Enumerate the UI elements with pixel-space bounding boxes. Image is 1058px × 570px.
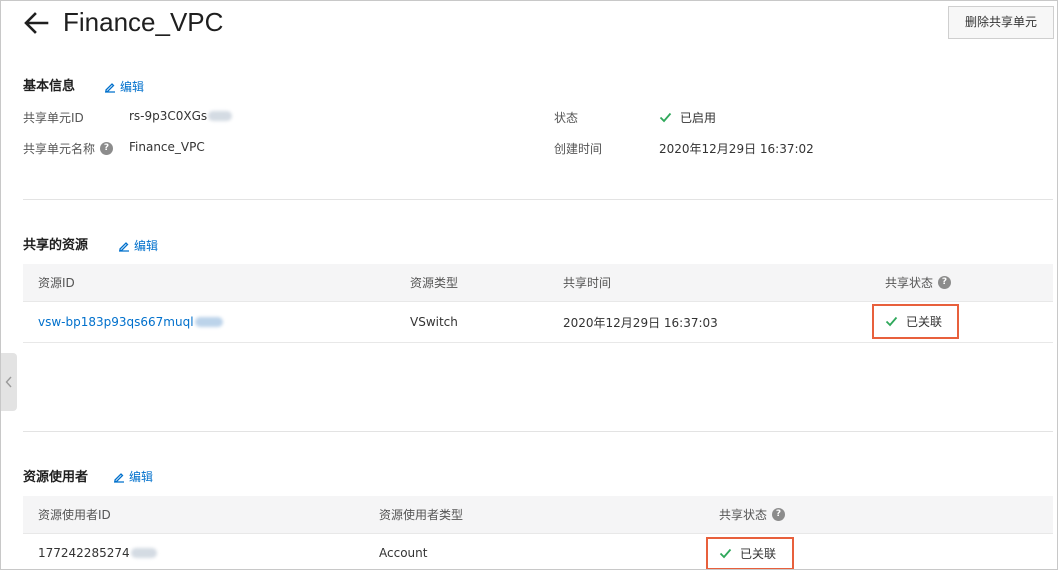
share-status-text: 已关联 [740,547,777,561]
table-header: 资源ID 资源类型 共享时间 共享状态 ? [23,264,1053,302]
column-header-share-status: 共享状态 ? [885,264,952,301]
status-text: 已启用 [680,111,717,125]
edit-label: 编辑 [134,239,159,253]
resource-users-edit-link[interactable]: 编辑 [113,468,153,485]
column-header-share-status: 共享状态 ? [719,496,786,533]
delete-share-unit-button[interactable]: 删除共享单元 [948,6,1054,39]
column-header-resource-id: 资源ID [38,276,75,290]
share-unit-name-label: 共享单元名称 ? [23,140,114,157]
redacted-mask [194,317,223,327]
page-frame: Finance_VPC 删除共享单元 基本信息 编辑 共享单元ID rs-9p3… [0,0,1058,570]
resource-type-cell: VSwitch [410,315,458,329]
column-header-resource-type: 资源类型 [410,276,459,290]
created-time-label: 创建时间 [554,142,603,156]
section-divider [23,431,1053,432]
help-icon[interactable]: ? [772,508,786,521]
edit-icon [105,82,115,93]
share-unit-id-text: rs-9p3C0XGs [129,109,208,123]
shared-resources-title: 共享的资源 [23,238,89,253]
redacted-mask [208,111,233,121]
share-unit-id-label-text: 共享单元ID [23,111,84,125]
share-status-text: 已关联 [906,315,943,329]
status-value: 已启用 [659,109,716,126]
check-icon [659,112,672,123]
column-header-share-status-text: 共享状态 [885,276,934,290]
edit-label: 编辑 [120,80,145,94]
user-id-text: 177242285274 [38,546,130,560]
resource-id-text[interactable]: vsw-bp183p93qs667muql [38,315,194,329]
shared-resources-edit-link[interactable]: 编辑 [118,237,158,254]
help-icon[interactable]: ? [100,142,114,155]
resource-users-table: 资源使用者ID 资源使用者类型 共享状态 ? 177242285274 Acco… [23,496,1053,569]
shared-time-cell: 2020年12月29日 16:37:03 [563,315,718,330]
edit-icon [119,241,129,252]
chevron-left-icon [5,376,12,388]
column-header-shared-time: 共享时间 [563,276,612,290]
share-unit-name-label-text: 共享单元名称 [23,142,96,156]
user-type-cell: Account [379,546,428,560]
share-unit-id-label: 共享单元ID [23,109,84,126]
user-id-cell: 177242285274 [38,534,157,569]
column-header-user-type: 资源使用者类型 [379,508,464,522]
sidebar-expand-handle[interactable] [1,353,17,411]
share-unit-name-value: Finance_VPC [129,140,205,154]
help-icon[interactable]: ? [938,276,952,289]
table-row: 177242285274 Account [23,534,1053,569]
column-header-share-status-text: 共享状态 [719,508,768,522]
page-title: Finance_VPC [63,7,224,37]
check-icon [885,316,898,327]
table-header: 资源使用者ID 资源使用者类型 共享状态 ? [23,496,1053,534]
edit-label: 编辑 [129,470,154,484]
resource-users-title: 资源使用者 [23,470,89,485]
share-unit-id-value: rs-9p3C0XGs [129,109,233,123]
share-status-badge: 已关联 [706,537,794,569]
redacted-mask [130,548,157,558]
column-header-user-id: 资源使用者ID [38,508,111,522]
basic-info-title: 基本信息 [23,79,76,94]
check-icon [719,548,732,559]
back-arrow-icon[interactable] [23,10,49,36]
edit-icon [114,472,124,483]
basic-info-edit-link[interactable]: 编辑 [104,78,144,95]
section-divider [23,199,1053,200]
created-time-value: 2020年12月29日 16:37:02 [659,142,814,156]
share-status-badge: 已关联 [872,304,959,339]
status-label: 状态 [554,111,579,125]
resource-id-link[interactable]: vsw-bp183p93qs667muql [38,302,223,342]
